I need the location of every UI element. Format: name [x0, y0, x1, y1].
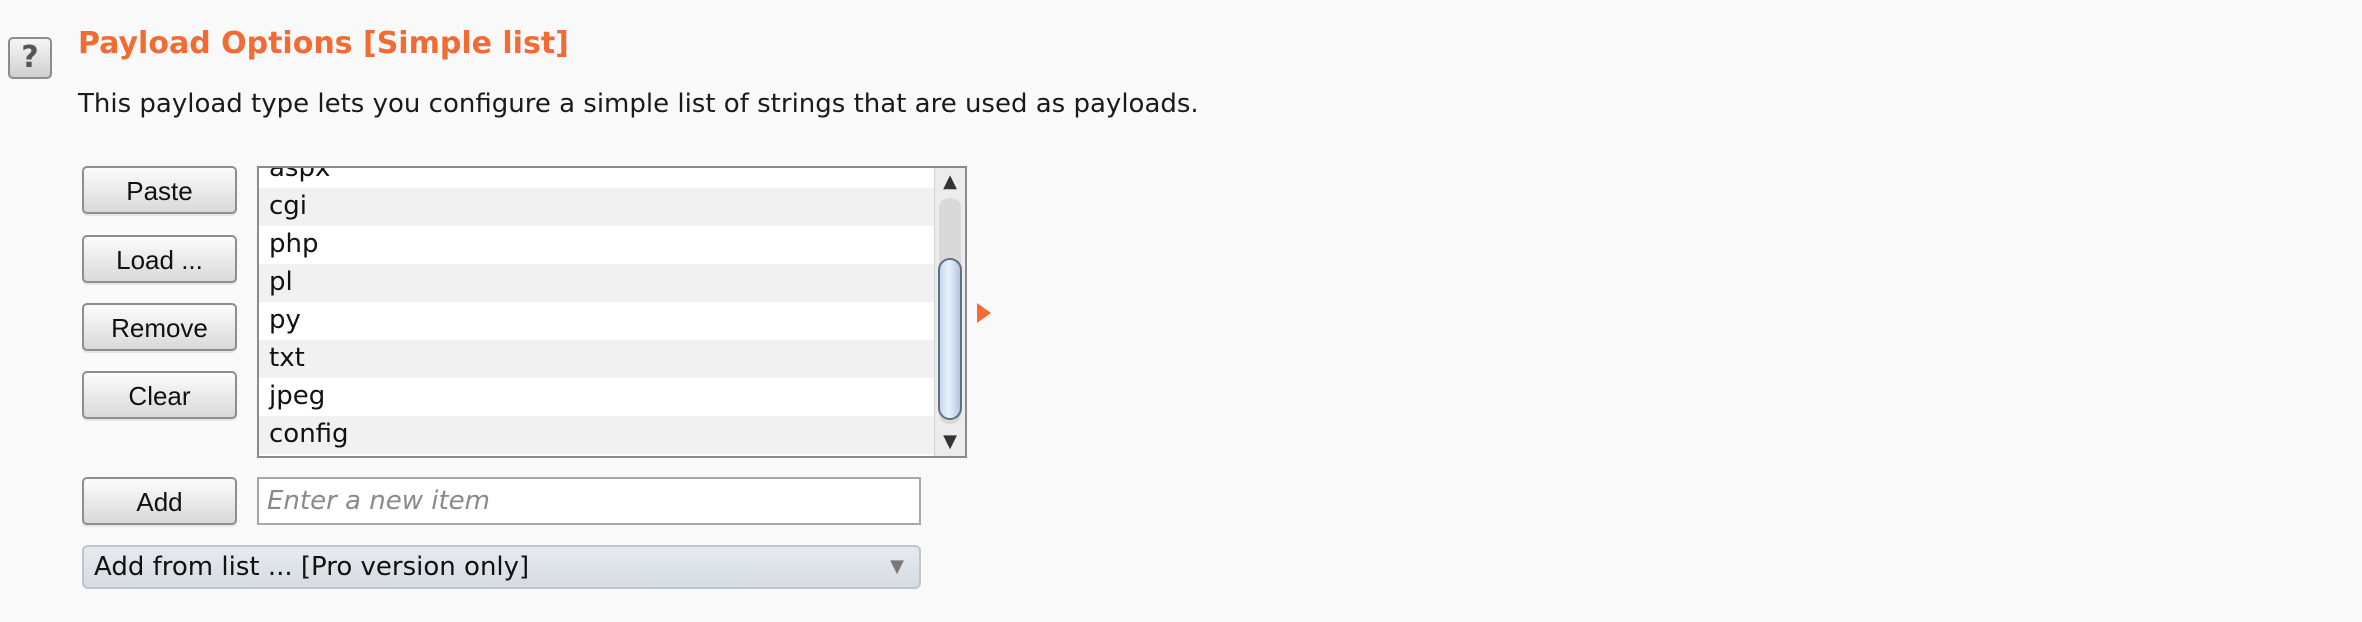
- list-item[interactable]: config: [259, 416, 937, 454]
- scroll-thumb[interactable]: [938, 258, 962, 420]
- list-item[interactable]: php: [259, 226, 937, 264]
- help-icon-glyph: ?: [21, 40, 39, 75]
- payload-options-description: This payload type lets you configure a s…: [78, 89, 1199, 119]
- load-button[interactable]: Load ...: [82, 235, 237, 283]
- list-item[interactable]: pl: [259, 264, 937, 302]
- add-from-list-dropdown[interactable]: Add from list ... [Pro version only] ▼: [82, 545, 921, 589]
- list-item[interactable]: aspx: [259, 168, 937, 188]
- payload-list-items: aspx cgi php pl py txt jpeg config: [259, 168, 937, 454]
- remove-button[interactable]: Remove: [82, 303, 237, 351]
- clear-button[interactable]: Clear: [82, 371, 237, 419]
- paste-button[interactable]: Paste: [82, 166, 237, 214]
- add-from-list-label: Add from list ... [Pro version only]: [94, 552, 530, 582]
- list-item[interactable]: cgi: [259, 188, 937, 226]
- payload-list[interactable]: aspx cgi php pl py txt jpeg config ▲ ▼: [257, 166, 967, 458]
- scroll-down-icon[interactable]: ▼: [935, 428, 965, 456]
- list-item[interactable]: txt: [259, 340, 937, 378]
- scroll-up-icon[interactable]: ▲: [935, 168, 965, 196]
- chevron-down-icon: ▼: [890, 556, 904, 577]
- vertical-scrollbar[interactable]: ▲ ▼: [934, 168, 965, 456]
- payload-options-title: Payload Options [Simple list]: [78, 26, 569, 61]
- new-item-input[interactable]: [257, 477, 921, 525]
- help-icon[interactable]: ?: [8, 37, 52, 79]
- list-item[interactable]: py: [259, 302, 937, 340]
- add-button[interactable]: Add: [82, 477, 237, 525]
- list-item[interactable]: jpeg: [259, 378, 937, 416]
- payload-marker-icon: [977, 303, 991, 323]
